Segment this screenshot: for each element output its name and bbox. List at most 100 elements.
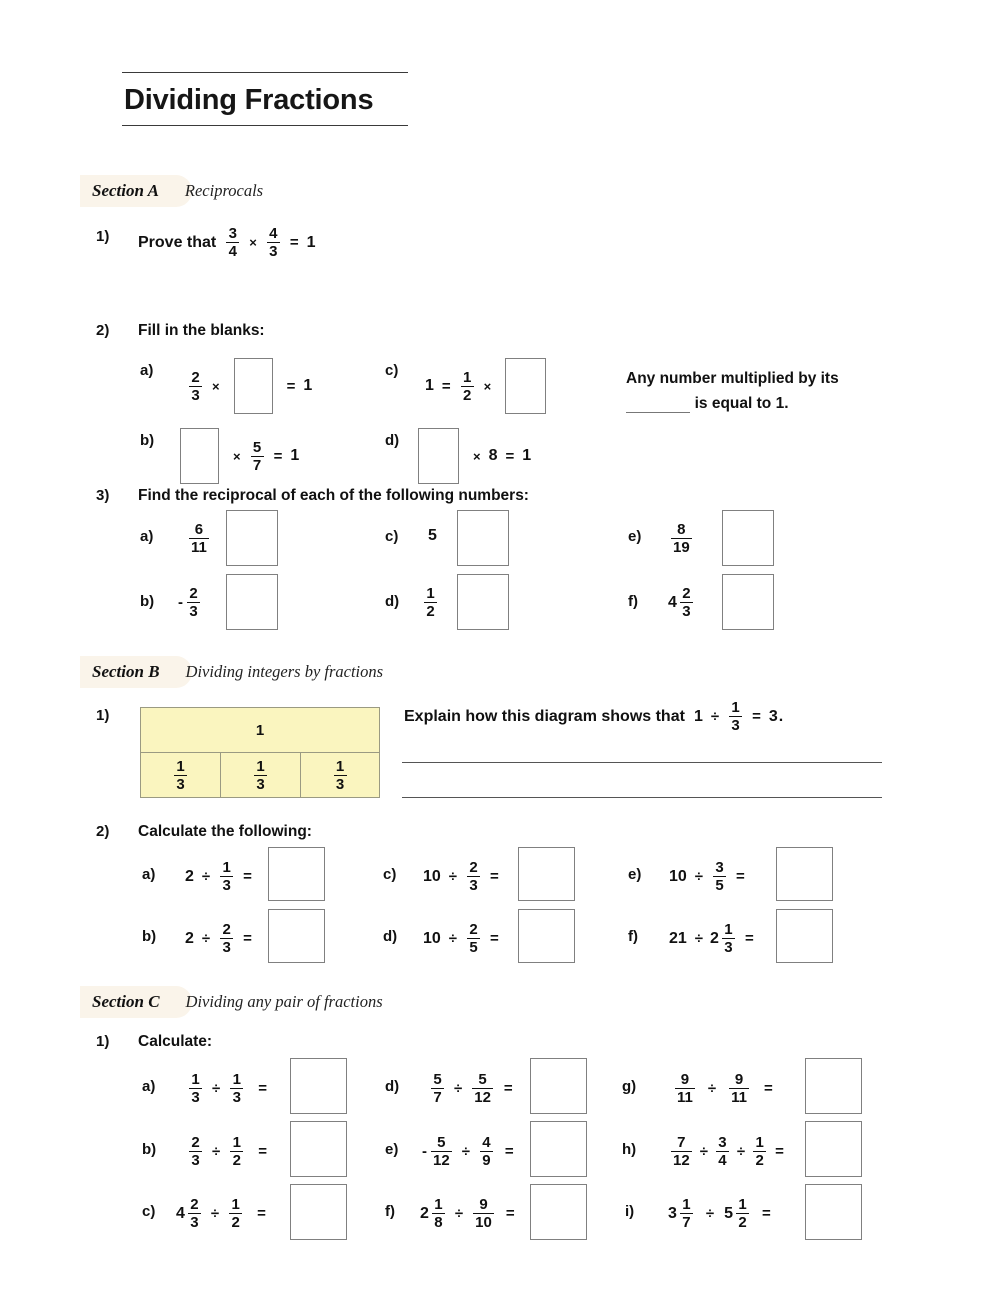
denominator: 5 [469,939,478,956]
answer-box[interactable] [530,1121,587,1177]
mixed-number-3-1-7: 3 1 7 [668,1197,696,1230]
section-c-q1-part-b-expression: 2 3 ÷ 1 2 = [186,1135,274,1168]
whole-part: 2 [420,1204,429,1222]
answer-box[interactable] [290,1184,347,1240]
divide-operator: ÷ [210,1205,220,1222]
denominator: 3 [682,603,691,620]
section-a-q2-part-c-label: c) [385,362,399,379]
divide-operator: ÷ [461,1143,470,1160]
answer-box[interactable] [226,574,278,630]
denominator: 3 [335,775,345,793]
answer-box[interactable] [518,847,575,901]
denominator: 8 [434,1214,443,1231]
fraction-5-12: 5 12 [431,1135,452,1168]
answer-box[interactable] [505,358,547,414]
denominator: 2 [755,1152,764,1169]
numerator: 5 [252,438,262,456]
section-a-q2-text: Fill in the blanks: [138,322,265,339]
answer-box[interactable] [226,510,278,566]
answer-box[interactable] [268,909,325,963]
section-c-q1-part-d-expression: 5 7 ÷ 5 12 = [428,1072,520,1105]
result-value: 1 [306,233,316,251]
fraction-1-2: 1 2 [424,586,437,619]
numerator: 1 [335,757,345,775]
dividend-value: 10 [423,867,441,885]
denominator: 12 [474,1089,491,1106]
answer-box[interactable] [722,574,774,630]
numerator: 2 [469,921,478,938]
numerator: 5 [478,1071,487,1088]
denominator: 4 [718,1152,727,1169]
equals-operator: = [258,1143,267,1160]
answer-box[interactable] [457,574,509,630]
numerator: 1 [724,921,733,938]
section-c-q1-part-a-label: a) [142,1078,156,1095]
title-block: Dividing Fractions [122,72,408,127]
equals-operator: = [243,930,252,947]
fraction-1-2: 1 2 [753,1135,767,1169]
numerator: 1 [231,1196,240,1213]
section-header-b: Section B Dividing integers by fractions [80,656,383,688]
answer-box[interactable] [530,1184,587,1240]
answer-box[interactable] [290,1121,347,1177]
section-a-q3-part-b-label: b) [140,593,155,610]
section-b-q2-part-d-expression: 10 ÷ 2 5 = [422,922,506,955]
denominator: 3 [191,1152,200,1169]
numerator: 1 [232,1134,241,1151]
fraction-1-8: 1 8 [431,1196,445,1231]
denominator: 12 [673,1152,690,1169]
numerator: 1 [731,699,740,716]
section-b-q1-prompt: Explain how this diagram shows that 1 ÷ … [404,700,783,733]
fraction-2-3: 2 3 [220,922,234,956]
section-a-name: Section A [92,181,159,200]
numerator: 1 [176,757,185,775]
section-a-q3-part-e-value: 8 19 [668,522,695,555]
numerator: 1 [434,1196,443,1213]
answer-box[interactable] [290,1058,347,1114]
note-blank-line[interactable] [626,395,691,413]
fraction-bar-diagram: 1 1 3 1 3 1 3 [140,707,380,798]
section-c-q1-text: Calculate: [138,1033,213,1050]
section-b-q2-text: Calculate the following: [138,823,312,840]
denominator: 3 [269,243,278,260]
section-c-q1-part-f-expression: 2 1 8 ÷ 9 10 = [420,1197,522,1230]
answer-box[interactable] [805,1184,862,1240]
page-title: Dividing Fractions [124,84,374,116]
answer-box[interactable] [776,909,833,963]
denominator: 9 [482,1152,491,1169]
answer-box[interactable] [722,510,774,566]
equals-operator: = [504,1143,514,1160]
answer-box[interactable] [530,1058,587,1114]
answer-box[interactable] [457,510,509,566]
answer-box[interactable] [180,428,219,484]
numerator: 5 [433,1071,442,1088]
section-a-q2-part-b-expression: × 5 7 = 1 [180,428,300,484]
section-c-q1-part-a-expression: 1 3 ÷ 1 3 = [186,1072,274,1105]
divide-operator: ÷ [694,868,704,885]
equals-operator: = [763,1080,773,1097]
answer-box[interactable] [805,1058,862,1114]
fraction-2-3: 2 3 [467,860,481,893]
fraction-2-3: 2 3 [187,586,200,619]
whole-part: 4 [176,1204,185,1222]
answer-box[interactable] [418,428,459,484]
section-b-q2-part-b-label: b) [142,928,157,945]
denominator: 3 [731,717,740,734]
answer-box[interactable] [518,909,575,963]
answer-line-2[interactable] [402,797,882,798]
times-operator: × [483,378,492,394]
answer-box[interactable] [233,358,273,414]
fraction-1-3: 1 3 [333,757,347,793]
equals-operator: = [258,1080,267,1097]
section-a-q3-part-a-label: a) [140,528,154,545]
answer-line-1[interactable] [402,762,882,763]
section-b-q2-part-c-label: c) [383,866,397,883]
answer-box[interactable] [776,847,833,901]
section-a-q3-part-d-value: 1 2 [421,586,440,619]
fraction-6-11: 6 11 [189,522,209,555]
divide-operator: ÷ [454,1080,463,1097]
answer-box[interactable] [805,1121,862,1177]
section-header-a: Section A Reciprocals [80,175,263,207]
denominator: 3 [222,939,231,956]
answer-box[interactable] [268,847,325,901]
